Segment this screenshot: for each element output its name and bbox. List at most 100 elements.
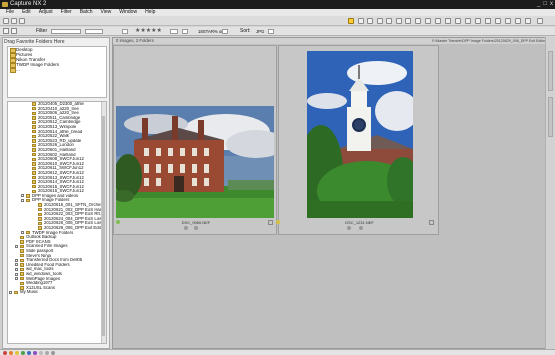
workspace-icon[interactable] — [537, 18, 543, 24]
close-button[interactable]: x — [550, 1, 553, 8]
rotate-right-icon[interactable] — [386, 18, 392, 24]
app-icon — [2, 2, 8, 7]
filter-dropdown[interactable] — [51, 29, 81, 34]
expand-toggle-icon[interactable] — [21, 199, 24, 203]
folder-icon — [20, 286, 24, 290]
folder-icon — [20, 281, 24, 285]
expand-toggle-icon[interactable] — [15, 258, 18, 262]
folder-tree-item[interactable]: My Music — [8, 290, 106, 295]
menu-filter[interactable]: Filter — [61, 9, 72, 16]
expand-toggle-icon[interactable] — [9, 290, 12, 294]
menu-adjust[interactable]: Adjust — [39, 9, 53, 16]
thumbnail-cell[interactable]: DSC_0960.NEF — [113, 45, 277, 235]
rating-dropdown[interactable] — [170, 29, 178, 34]
direct-select-tool-icon[interactable] — [348, 18, 354, 24]
expand-toggle-icon[interactable] — [15, 272, 18, 276]
red-eye-tool-icon[interactable] — [415, 18, 421, 24]
label-color-icon[interactable] — [3, 351, 7, 355]
forward-arrow-icon[interactable] — [11, 28, 17, 34]
edit-list-tab[interactable] — [548, 51, 553, 91]
minimize-button[interactable]: _ — [537, 1, 540, 8]
expand-toggle-icon[interactable] — [21, 231, 24, 235]
auto-retouch-brush-icon[interactable] — [475, 18, 481, 24]
filmstrip-icon[interactable] — [11, 18, 17, 24]
maximize-button[interactable]: □ — [543, 1, 547, 8]
folder-tree-scroll-thumb[interactable] — [102, 116, 105, 336]
camera-lens-tab[interactable] — [548, 97, 553, 137]
thumbnail-image-manor-house[interactable] — [116, 106, 274, 218]
folder-icon — [20, 244, 24, 249]
sort-dropdown[interactable] — [268, 29, 274, 34]
menu-edit[interactable]: Edit — [22, 9, 31, 16]
folder-icon — [26, 194, 30, 198]
expand-toggle-icon[interactable] — [15, 267, 18, 271]
thumbnail-image-clock-tower[interactable] — [307, 51, 413, 218]
label-color-icon[interactable] — [45, 351, 49, 355]
rotate-left-icon[interactable] — [377, 18, 383, 24]
menu-view[interactable]: View — [101, 9, 112, 16]
folder-icon — [32, 116, 36, 120]
label-color-icon[interactable] — [51, 351, 55, 355]
folder-icon — [38, 226, 42, 230]
filter-bar: Filter ★★★★★ 18STAR% only Sort: JPG — [0, 27, 555, 36]
right-dock-strip[interactable] — [545, 37, 555, 349]
rating-filter-checkbox[interactable] — [122, 29, 128, 34]
rotate-icon[interactable] — [184, 226, 188, 230]
label-color-icon[interactable] — [39, 351, 43, 355]
sort-value[interactable]: JPG — [256, 27, 264, 36]
rating-stars[interactable]: ★★★★★ — [135, 27, 162, 36]
sort-label: Sort: — [240, 28, 251, 34]
label-color-icon[interactable] — [15, 351, 19, 355]
status-indicator-icon — [276, 220, 280, 224]
hand-tool-icon[interactable] — [358, 18, 364, 24]
expand-toggle-icon[interactable] — [15, 277, 18, 281]
straighten-tool-icon[interactable] — [396, 18, 402, 24]
folder-icon — [20, 235, 24, 239]
favorite-folder-item[interactable]: ... — [8, 67, 106, 73]
title-bar: Capture NX 2 _ □ x — [0, 0, 555, 9]
info-icon[interactable] — [359, 226, 363, 230]
menu-help[interactable]: Help — [145, 9, 155, 16]
folder-icon — [32, 162, 36, 166]
label-color-icon[interactable] — [21, 351, 25, 355]
expand-toggle-icon[interactable] — [15, 245, 18, 248]
info-icon[interactable] — [194, 226, 198, 230]
folder-icon — [20, 276, 24, 281]
expand-toggle-icon[interactable] — [21, 194, 24, 198]
back-arrow-icon[interactable] — [3, 28, 9, 34]
red-eye-control-point-icon[interactable] — [465, 18, 471, 24]
folder-icon — [20, 267, 24, 272]
label-filter-dropdown[interactable] — [85, 29, 103, 34]
crop-tool-icon[interactable] — [405, 18, 411, 24]
rotate-icon[interactable] — [347, 226, 351, 230]
fill-tool-icon[interactable] — [515, 18, 521, 24]
label-color-icon[interactable] — [9, 351, 13, 355]
brush-tool-icon[interactable] — [505, 18, 511, 24]
filter-options-dropdown[interactable] — [222, 29, 228, 34]
file-type-checkbox[interactable] — [182, 29, 188, 34]
thumbnail-cell[interactable]: DSC_1231.NEF — [276, 45, 439, 235]
folder-icon[interactable] — [19, 18, 25, 24]
menu-batch[interactable]: Batch — [80, 9, 93, 16]
color-control-point-icon[interactable] — [425, 18, 431, 24]
folder-icon — [32, 134, 36, 138]
label-color-icon[interactable] — [33, 351, 37, 355]
browser-toggle-icon[interactable] — [3, 18, 9, 24]
marquee-tool-icon[interactable] — [495, 18, 501, 24]
menu-file[interactable]: File — [6, 9, 14, 16]
gradient-tool-icon[interactable] — [525, 18, 531, 24]
zoom-tool-icon[interactable] — [367, 18, 373, 24]
folder-icon — [32, 106, 36, 111]
menu-window[interactable]: Window — [119, 9, 137, 16]
thumbnail-caption: DSC_1231.NEF — [345, 220, 374, 225]
white-control-point-icon[interactable] — [445, 18, 451, 24]
edit-icon[interactable] — [268, 220, 273, 225]
label-color-icon[interactable] — [27, 351, 31, 355]
lasso-tool-icon[interactable] — [485, 18, 491, 24]
black-control-point-icon[interactable] — [435, 18, 441, 24]
window-title: Capture NX 2 — [10, 1, 47, 7]
expand-toggle-icon[interactable] — [15, 263, 18, 267]
edit-icon[interactable] — [429, 220, 434, 225]
neutral-control-point-icon[interactable] — [455, 18, 461, 24]
current-path: F:\Master Transfer\DPP Image Folders\201… — [432, 39, 547, 43]
